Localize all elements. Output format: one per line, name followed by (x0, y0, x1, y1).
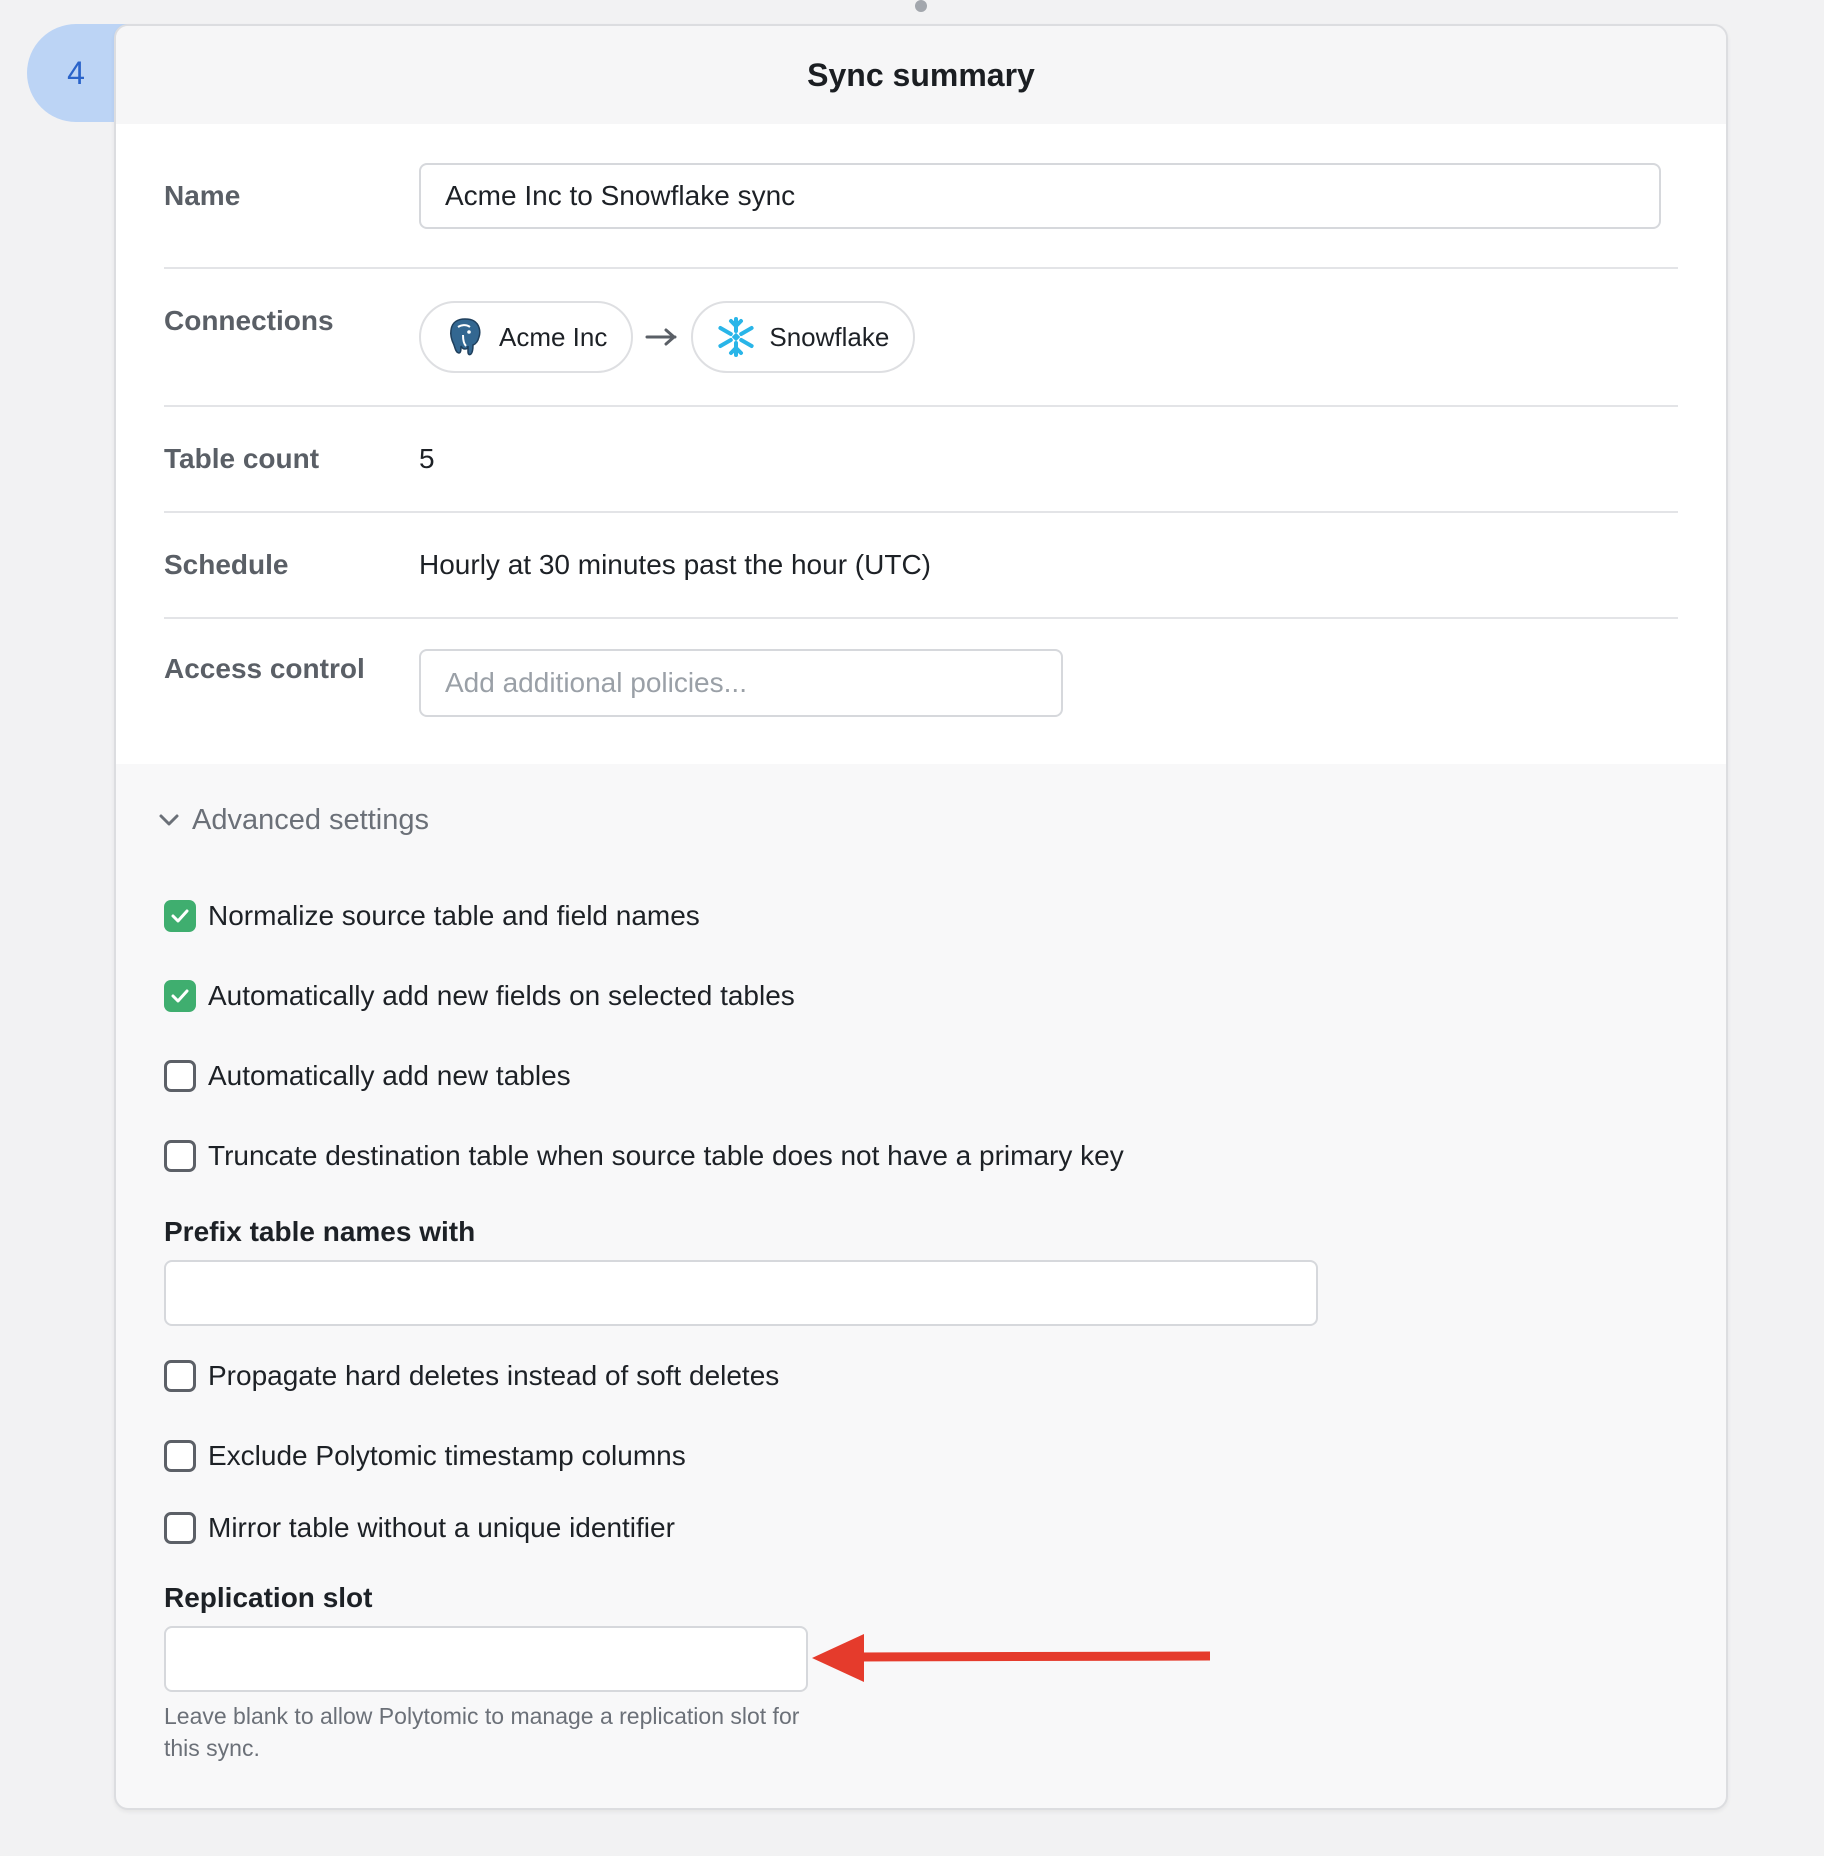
access-policies-placeholder: Add additional policies... (445, 667, 747, 698)
schedule-value: Hourly at 30 minutes past the hour (UTC) (419, 549, 931, 580)
add-new-tables-option[interactable]: Automatically add new tables (164, 1036, 1678, 1116)
name-row: Name Acme Inc to Snowflake sync (164, 124, 1678, 269)
checkmark-icon (171, 989, 189, 1003)
normalize-names-checkbox[interactable] (164, 900, 196, 932)
sync-name-input[interactable]: Acme Inc to Snowflake sync (419, 162, 1661, 229)
normalize-names-label: Normalize source table and field names (208, 900, 700, 931)
advanced-settings-section: Advanced settings Normalize source table… (116, 764, 1726, 1764)
exclude-timestamps-checkbox[interactable] (164, 1440, 196, 1472)
chevron-down-icon (159, 814, 179, 826)
access-policies-input[interactable]: Add additional policies... (419, 649, 1063, 717)
destination-connection-pill[interactable]: Snowflake (691, 301, 916, 373)
truncate-destination-option[interactable]: Truncate destination table when source t… (164, 1116, 1678, 1196)
prefix-field: Prefix table names with (164, 1216, 1678, 1326)
truncate-destination-checkbox[interactable] (164, 1140, 196, 1172)
postgres-elephant-icon (450, 318, 481, 356)
source-connection-pill[interactable]: Acme Inc (419, 301, 634, 373)
name-label: Name (164, 179, 241, 211)
access-control-label: Access control (164, 653, 365, 684)
sync-name-value: Acme Inc to Snowflake sync (445, 179, 796, 211)
add-new-tables-checkbox[interactable] (164, 1060, 196, 1092)
replication-slot-input[interactable] (164, 1626, 808, 1692)
prefix-input[interactable] (164, 1260, 1318, 1326)
source-connection-label: Acme Inc (499, 321, 608, 352)
exclude-timestamps-label: Exclude Polytomic timestamp columns (208, 1440, 686, 1471)
arrow-right-icon (645, 327, 679, 347)
normalize-names-option[interactable]: Normalize source table and field names (164, 876, 1678, 956)
add-new-fields-checkbox[interactable] (164, 980, 196, 1012)
hard-deletes-option[interactable]: Propagate hard deletes instead of soft d… (164, 1336, 1678, 1416)
connector-dot (915, 0, 927, 12)
summary-section: Name Acme Inc to Snowflake sync Connecti… (116, 124, 1726, 764)
mirror-table-checkbox[interactable] (164, 1512, 196, 1544)
exclude-timestamps-option[interactable]: Exclude Polytomic timestamp columns (164, 1416, 1678, 1496)
checkmark-icon (171, 909, 189, 923)
table-count-row: Table count 5 (164, 407, 1678, 513)
add-new-fields-label: Automatically add new fields on selected… (208, 980, 795, 1011)
connections-label: Connections (164, 305, 334, 336)
add-new-tables-label: Automatically add new tables (208, 1060, 571, 1091)
sync-summary-card: Sync summary Name Acme Inc to Snowflake … (114, 24, 1728, 1810)
add-new-fields-option[interactable]: Automatically add new fields on selected… (164, 956, 1678, 1036)
truncate-destination-label: Truncate destination table when source t… (208, 1140, 1124, 1171)
destination-connection-label: Snowflake (769, 321, 890, 352)
replication-slot-help: Leave blank to allow Polytomic to manage… (164, 1703, 800, 1761)
hard-deletes-checkbox[interactable] (164, 1360, 196, 1392)
schedule-row: Schedule Hourly at 30 minutes past the h… (164, 513, 1678, 619)
snowflake-icon (718, 317, 754, 357)
mirror-table-option[interactable]: Mirror table without a unique identifier (164, 1496, 1678, 1560)
access-control-row: Access control Add additional policies..… (164, 619, 1678, 764)
annotation-arrow-icon (812, 1634, 1211, 1682)
advanced-settings-label: Advanced settings (192, 803, 429, 836)
table-count-value: 5 (419, 443, 435, 474)
replication-slot-label: Replication slot (164, 1582, 373, 1613)
connections-row: Connections Acme Inc Snowflake (164, 269, 1678, 407)
advanced-settings-toggle[interactable]: Advanced settings (158, 764, 1678, 876)
step-number: 4 (67, 54, 85, 91)
prefix-label: Prefix table names with (164, 1216, 476, 1247)
card-title: Sync summary (116, 26, 1726, 124)
hard-deletes-label: Propagate hard deletes instead of soft d… (208, 1360, 780, 1391)
mirror-table-label: Mirror table without a unique identifier (208, 1512, 675, 1543)
table-count-label: Table count (164, 443, 320, 474)
schedule-label: Schedule (164, 549, 289, 580)
